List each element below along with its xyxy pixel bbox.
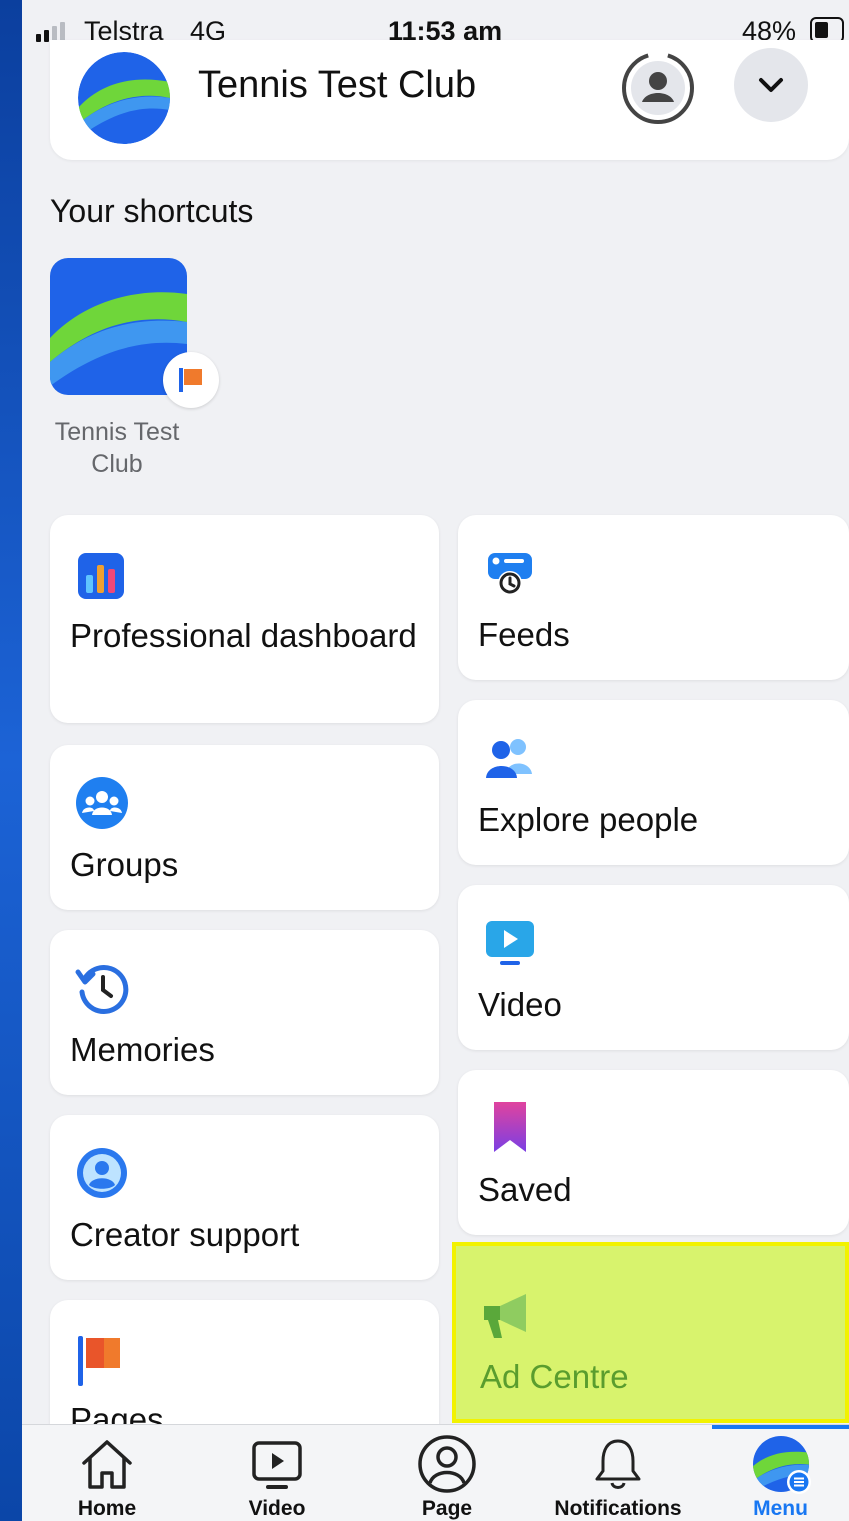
account-dropdown-button[interactable] <box>734 48 808 122</box>
menu-item-label: Saved <box>478 1171 572 1208</box>
flag-icon <box>163 352 219 408</box>
nav-label: Home <box>77 1497 137 1520</box>
nav-page[interactable]: Page <box>372 1425 522 1521</box>
phone-screen: Telstra 4G 11:53 am 48% Tennis Test Club <box>22 0 849 1521</box>
bar-chart-icon <box>78 553 124 599</box>
menu-item-groups[interactable]: Groups <box>50 745 439 910</box>
signal-strength-icon <box>36 22 65 42</box>
nav-video[interactable]: Video <box>202 1425 352 1521</box>
shortcuts-heading: Your shortcuts <box>50 193 254 229</box>
memories-clock-icon <box>75 965 129 1014</box>
menu-item-label: Groups <box>70 846 179 883</box>
menu-item-professional-dashboard[interactable]: Professional dashboard <box>50 515 439 723</box>
pages-flag-icon <box>78 1336 120 1386</box>
nav-home[interactable]: Home <box>32 1425 182 1521</box>
menu-item-label: Feeds <box>478 616 570 653</box>
club-logo[interactable] <box>78 52 170 144</box>
nav-label: Notifications <box>554 1497 682 1520</box>
menu-item-ad-centre[interactable]: Ad Centre <box>452 1242 849 1423</box>
page-name: Tennis Test Club <box>198 64 477 106</box>
nav-notifications[interactable]: Notifications <box>543 1425 693 1521</box>
menu-item-creator-support[interactable]: Creator support <box>50 1115 439 1280</box>
menu-item-memories[interactable]: Memories <box>50 930 439 1095</box>
home-icon <box>82 1440 132 1489</box>
menu-item-saved[interactable]: Saved <box>458 1070 849 1235</box>
menu-item-video[interactable]: Video <box>458 885 849 1050</box>
nav-label: Menu <box>753 1497 808 1520</box>
video-play-icon <box>252 1441 302 1489</box>
menu-item-label: Professional dashboard <box>70 617 417 654</box>
megaphone-icon <box>484 1294 526 1338</box>
nav-menu[interactable]: Menu <box>712 1425 849 1521</box>
menu-item-label: Memories <box>70 1031 215 1068</box>
nav-label: Video <box>248 1497 306 1520</box>
explore-people-icon <box>486 739 532 778</box>
desktop-background <box>0 0 22 1521</box>
bottom-navigation: Home Video Page Notifications Menu <box>22 1424 849 1521</box>
saved-bookmark-icon <box>494 1102 526 1152</box>
menu-item-label: Explore people <box>478 801 699 838</box>
menu-avatar-icon <box>752 1436 811 1494</box>
bell-icon <box>595 1439 641 1489</box>
menu-item-label: Creator support <box>70 1216 300 1253</box>
profile-switch-icon[interactable] <box>620 50 696 126</box>
groups-icon <box>76 777 128 829</box>
nav-label: Page <box>421 1497 473 1520</box>
creator-support-icon <box>77 1148 127 1198</box>
menu-item-label: Ad Centre <box>480 1358 629 1395</box>
menu-item-feeds[interactable]: Feeds <box>458 515 849 680</box>
feeds-icon <box>488 553 532 595</box>
chevron-down-icon <box>759 78 783 92</box>
page-header-card[interactable]: Tennis Test Club <box>50 40 849 160</box>
video-icon <box>486 921 534 965</box>
shortcut-label: Tennis Test Club <box>54 418 180 478</box>
menu-item-label: Video <box>478 986 562 1023</box>
menu-item-explore-people[interactable]: Explore people <box>458 700 849 865</box>
page-profile-icon <box>418 1435 476 1493</box>
